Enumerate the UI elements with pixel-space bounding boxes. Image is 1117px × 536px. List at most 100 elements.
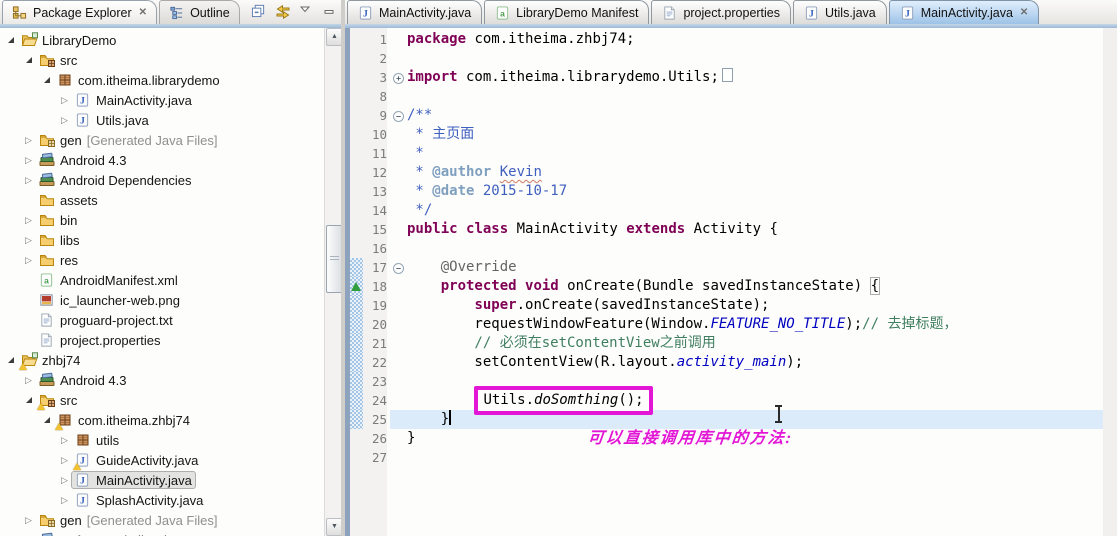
tree-arrow-icon[interactable] bbox=[22, 390, 35, 410]
tree-arrow-icon[interactable]: ▷ bbox=[22, 210, 35, 230]
tree-item-splashactivity-java[interactable]: ▷ J SplashActivity.java bbox=[0, 490, 324, 510]
tree-arrow-icon[interactable] bbox=[40, 70, 53, 90]
tree-item-ic-launcher-web-png[interactable]: ic_launcher-web.png bbox=[0, 290, 324, 310]
code-text[interactable]: /** bbox=[407, 106, 1103, 125]
editor-tab-project-properties-2[interactable]: project.properties bbox=[651, 0, 792, 24]
link-with-editor-button[interactable] bbox=[275, 2, 292, 19]
code-text[interactable]: protected void onCreate(Bundle savedInst… bbox=[407, 277, 1103, 296]
code-text[interactable]: */ bbox=[407, 201, 1103, 220]
tree-arrow-icon[interactable]: ▷ bbox=[22, 370, 35, 390]
minimize-button[interactable] bbox=[323, 2, 340, 19]
tree-item-gen[interactable]: ▷ gen [Generated Java Files] bbox=[0, 510, 324, 530]
tree-selection: J MainActivity.java bbox=[71, 471, 196, 489]
tree-item-androidmanifest-xml[interactable]: a AndroidManifest.xml bbox=[0, 270, 324, 290]
code-text[interactable]: setContentView(R.layout.activity_main); bbox=[407, 353, 1103, 372]
fold-ruler-cell bbox=[390, 410, 407, 429]
tree-item-mainactivity-java[interactable]: ▷ J MainActivity.java bbox=[0, 90, 324, 110]
tree-item-proguard-project-txt[interactable]: proguard-project.txt bbox=[0, 310, 324, 330]
tree-item-label: SplashActivity.java bbox=[96, 492, 204, 508]
view-tab-package-explorer[interactable]: Package Explorer ✕ bbox=[2, 0, 158, 24]
tree-arrow-icon[interactable] bbox=[22, 50, 35, 70]
fold-expand-icon[interactable]: + bbox=[393, 73, 404, 84]
code-text[interactable]: * @author Kevin bbox=[407, 163, 1103, 182]
tree-arrow-icon[interactable] bbox=[4, 30, 17, 50]
fold-ruler-cell bbox=[390, 391, 407, 410]
tree-arrow-icon[interactable]: ▷ bbox=[58, 430, 71, 450]
tree-arrow-icon[interactable]: ▷ bbox=[22, 230, 35, 250]
tree-arrow-icon[interactable]: ▷ bbox=[22, 130, 35, 150]
view-tab-label: Outline bbox=[190, 5, 230, 20]
code-text[interactable]: requestWindowFeature(Window.FEATURE_NO_T… bbox=[407, 315, 1103, 334]
tree-arrow-icon[interactable]: ▷ bbox=[22, 250, 35, 270]
gen-folder-icon bbox=[39, 512, 55, 528]
code-text[interactable] bbox=[407, 448, 1103, 467]
editor-tab-librarydemo-manifest-1[interactable]: a LibraryDemo Manifest bbox=[484, 0, 650, 24]
tree-item-zhbj74[interactable]: zhbj74 bbox=[0, 350, 324, 370]
tree-item-librarydemo[interactable]: LibraryDemo bbox=[0, 30, 324, 50]
tree-item-com-itheima-zhbj74[interactable]: com.itheima.zhbj74 bbox=[0, 410, 324, 430]
tree-arrow-icon[interactable]: ▷ bbox=[22, 170, 35, 190]
tree-item-assets[interactable]: assets bbox=[0, 190, 324, 210]
code-text[interactable]: package com.itheima.zhbj74; bbox=[407, 30, 1103, 49]
code-text[interactable]: Utils.doSomthing(); bbox=[407, 386, 1103, 415]
tree-arrow-icon[interactable]: ▷ bbox=[58, 470, 71, 490]
code-text[interactable]: @Override bbox=[407, 258, 1103, 277]
editor-tab-label: LibraryDemo Manifest bbox=[516, 5, 639, 20]
tree-item-src[interactable]: src bbox=[0, 390, 324, 410]
tree-arrow-icon[interactable]: ▷ bbox=[58, 90, 71, 110]
tree-arrow-icon[interactable] bbox=[4, 350, 17, 370]
view-tab-outline[interactable]: Outline bbox=[159, 0, 240, 24]
tree-scrollbar[interactable]: ▲ ▼ bbox=[324, 28, 343, 536]
annotation-ruler-cell bbox=[350, 87, 363, 106]
code-text[interactable]: super.onCreate(savedInstanceState); bbox=[407, 296, 1103, 315]
tree-arrow-icon[interactable]: ▷ bbox=[22, 530, 35, 536]
tree-arrow-icon[interactable]: ▷ bbox=[58, 110, 71, 130]
tree-item-label: ic_launcher-web.png bbox=[60, 292, 180, 308]
code-text[interactable] bbox=[407, 49, 1103, 68]
code-text[interactable]: * bbox=[407, 144, 1103, 163]
tree-item-utils[interactable]: ▷ utils bbox=[0, 430, 324, 450]
close-icon[interactable]: ✕ bbox=[139, 7, 147, 18]
code-segment: package bbox=[407, 31, 467, 47]
tree-item-content: J SplashActivity.java bbox=[71, 491, 207, 509]
tree-item-guideactivity-java[interactable]: ▷ J GuideActivity.java bbox=[0, 450, 324, 470]
tree-item-res[interactable]: ▷ res bbox=[0, 250, 324, 270]
code-text[interactable] bbox=[407, 87, 1103, 106]
editor-tab-mainactivity-java-0[interactable]: J MainActivity.java bbox=[347, 0, 483, 24]
fold-collapse-icon[interactable]: − bbox=[393, 111, 404, 122]
view-menu-button[interactable] bbox=[299, 2, 316, 19]
code-text[interactable]: * @date 2015-10-17 bbox=[407, 182, 1103, 201]
tree-arrow-icon[interactable]: ▷ bbox=[22, 150, 35, 170]
code-line-15: 15 public class MainActivity extends Acti… bbox=[350, 220, 1103, 239]
code-text[interactable] bbox=[407, 239, 1103, 258]
code-segment: onCreate(Bundle savedInstanceState) bbox=[558, 278, 871, 294]
tree-item-android-4-3[interactable]: ▷ Android 4.3 bbox=[0, 370, 324, 390]
code-line-13: 13 * @date 2015-10-17 bbox=[350, 182, 1103, 201]
fold-collapse-icon[interactable]: − bbox=[393, 263, 404, 274]
tree-item-project-properties[interactable]: project.properties bbox=[0, 330, 324, 350]
tree-item-android-dependencies[interactable]: ▷ Android Dependencies bbox=[0, 170, 324, 190]
tree-item-mainactivity-java[interactable]: ▷ J MainActivity.java bbox=[0, 470, 324, 490]
tree-arrow-icon[interactable] bbox=[40, 410, 53, 430]
tree-item-content: com.itheima.zhbj74 bbox=[53, 411, 194, 430]
tree-arrow-icon[interactable]: ▷ bbox=[58, 450, 71, 470]
tree-item-gen[interactable]: ▷ gen [Generated Java Files] bbox=[0, 130, 324, 150]
tree-item-utils-java[interactable]: ▷ J Utils.java bbox=[0, 110, 324, 130]
editor-tab-utils-java-3[interactable]: J Utils.java bbox=[793, 0, 887, 24]
code-text[interactable]: // 必须在setContentView之前调用 bbox=[407, 334, 1103, 353]
tree-item-content: zhbj74 bbox=[17, 351, 84, 370]
tree-item-src[interactable]: src bbox=[0, 50, 324, 70]
tree-item-com-itheima-librarydemo[interactable]: com.itheima.librarydemo bbox=[0, 70, 324, 90]
tree-item-libs[interactable]: ▷ libs bbox=[0, 230, 324, 250]
tree-item-bin[interactable]: ▷ bin bbox=[0, 210, 324, 230]
tree-arrow-icon[interactable]: ▷ bbox=[22, 510, 35, 530]
code-text[interactable]: import com.itheima.librarydemo.Utils; bbox=[407, 68, 1103, 87]
tree-item-android-4-3[interactable]: ▷ Android 4.3 bbox=[0, 150, 324, 170]
tree-item-referenced-libraries[interactable]: ▷ Referenced Libraries bbox=[0, 530, 324, 536]
code-text[interactable]: * 主页面 bbox=[407, 125, 1103, 144]
tree-arrow-icon[interactable]: ▷ bbox=[58, 490, 71, 510]
code-text[interactable]: public class MainActivity extends Activi… bbox=[407, 220, 1103, 239]
editor-tab-mainactivity-java-4[interactable]: J MainActivity.java ✕ bbox=[888, 0, 1040, 24]
close-icon[interactable]: ✕ bbox=[1020, 7, 1028, 18]
collapse-all-button[interactable] bbox=[251, 2, 268, 19]
